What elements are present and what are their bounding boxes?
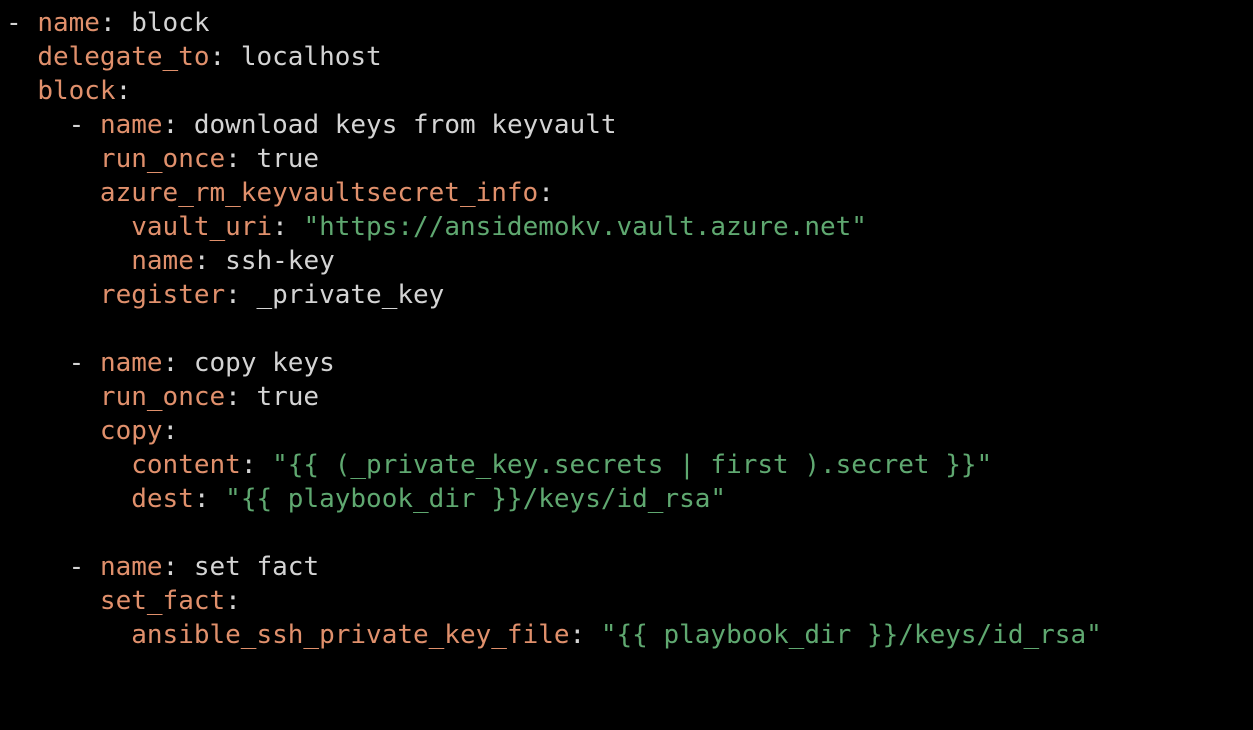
yaml-key: register xyxy=(99,280,226,310)
code-line: content: "{{ (_private_key.secrets | fir… xyxy=(6,448,1253,482)
key-separator: : xyxy=(538,178,554,208)
yaml-value: download keys from keyvault xyxy=(193,110,617,140)
yaml-key: block xyxy=(37,76,116,106)
key-separator: : xyxy=(193,246,226,276)
key-separator: : xyxy=(162,110,194,140)
code-line: run_once: true xyxy=(6,142,1253,176)
yaml-value: block xyxy=(131,8,210,38)
code-line: delegate_to: localhost xyxy=(6,40,1253,74)
key-separator: : xyxy=(115,76,132,106)
key-separator: : xyxy=(272,212,304,242)
key-separator: : xyxy=(225,144,257,174)
yaml-string-value: "{{ (_private_key.secrets | first ).secr… xyxy=(272,450,993,480)
yaml-value: localhost xyxy=(240,42,382,72)
code-line: - name: download keys from keyvault xyxy=(6,108,1253,142)
code-line: vault_uri: "https://ansidemokv.vault.azu… xyxy=(6,210,1253,244)
yaml-key: ansible_ssh_private_key_file xyxy=(131,620,570,650)
yaml-string-value: "{{ playbook_dir }}/keys/id_rsa" xyxy=(600,620,1102,650)
yaml-key: content xyxy=(131,450,241,480)
key-separator: : xyxy=(99,8,132,38)
yaml-key: name xyxy=(99,348,163,378)
yaml-key: run_once xyxy=(99,382,226,412)
key-separator: : xyxy=(240,450,273,480)
yaml-key: dest xyxy=(131,484,194,514)
yaml-key: set_fact xyxy=(99,586,226,616)
key-separator: : xyxy=(225,280,257,310)
yaml-key: vault_uri xyxy=(131,212,273,242)
key-separator: : xyxy=(162,552,194,582)
yaml-key: run_once xyxy=(99,144,226,174)
key-separator: : xyxy=(162,416,179,446)
yaml-value: _private_key xyxy=(256,280,445,310)
key-separator: : xyxy=(209,42,241,72)
code-line: set_fact: xyxy=(6,584,1253,618)
key-separator: : xyxy=(225,382,257,412)
yaml-key: name xyxy=(99,110,163,140)
yaml-key: name xyxy=(131,246,194,276)
yaml-value: ssh-key xyxy=(225,246,335,276)
code-line: - name: set fact xyxy=(6,550,1253,584)
code-line: register: _private_key xyxy=(6,278,1253,312)
code-line: ansible_ssh_private_key_file: "{{ playbo… xyxy=(6,618,1253,652)
yaml-key: name xyxy=(99,552,163,582)
code-line: name: ssh-key xyxy=(6,244,1253,278)
code-line: copy: xyxy=(6,414,1253,448)
code-line: run_once: true xyxy=(6,380,1253,414)
yaml-string-value: "{{ playbook_dir }}/keys/id_rsa" xyxy=(225,484,727,514)
code-line: block: xyxy=(6,74,1253,108)
yaml-key: name xyxy=(37,8,100,38)
list-dash: - xyxy=(68,348,100,378)
key-separator: : xyxy=(569,620,601,650)
list-dash: - xyxy=(68,552,100,582)
list-dash: - xyxy=(68,110,100,140)
yaml-string-value: "https://ansidemokv.vault.azure.net" xyxy=(303,212,867,242)
yaml-value: copy keys xyxy=(193,348,335,378)
yaml-key: copy xyxy=(99,416,163,446)
key-separator: : xyxy=(225,586,241,616)
key-separator: : xyxy=(193,484,226,514)
yaml-value: true xyxy=(256,382,320,412)
yaml-key: delegate_to xyxy=(37,42,210,72)
yaml-key: azure_rm_keyvaultsecret_info xyxy=(99,178,539,208)
key-separator: : xyxy=(162,348,194,378)
code-line: - name: block xyxy=(6,6,1253,40)
yaml-value: true xyxy=(256,144,320,174)
code-line: dest: "{{ playbook_dir }}/keys/id_rsa" xyxy=(6,482,1253,516)
yaml-value: set fact xyxy=(193,552,320,582)
code-line: - name: copy keys xyxy=(6,346,1253,380)
code-line: azure_rm_keyvaultsecret_info: xyxy=(6,176,1253,210)
list-dash: - xyxy=(6,8,38,38)
code-editor: - name: block delegate_to: localhost blo… xyxy=(0,0,1253,730)
